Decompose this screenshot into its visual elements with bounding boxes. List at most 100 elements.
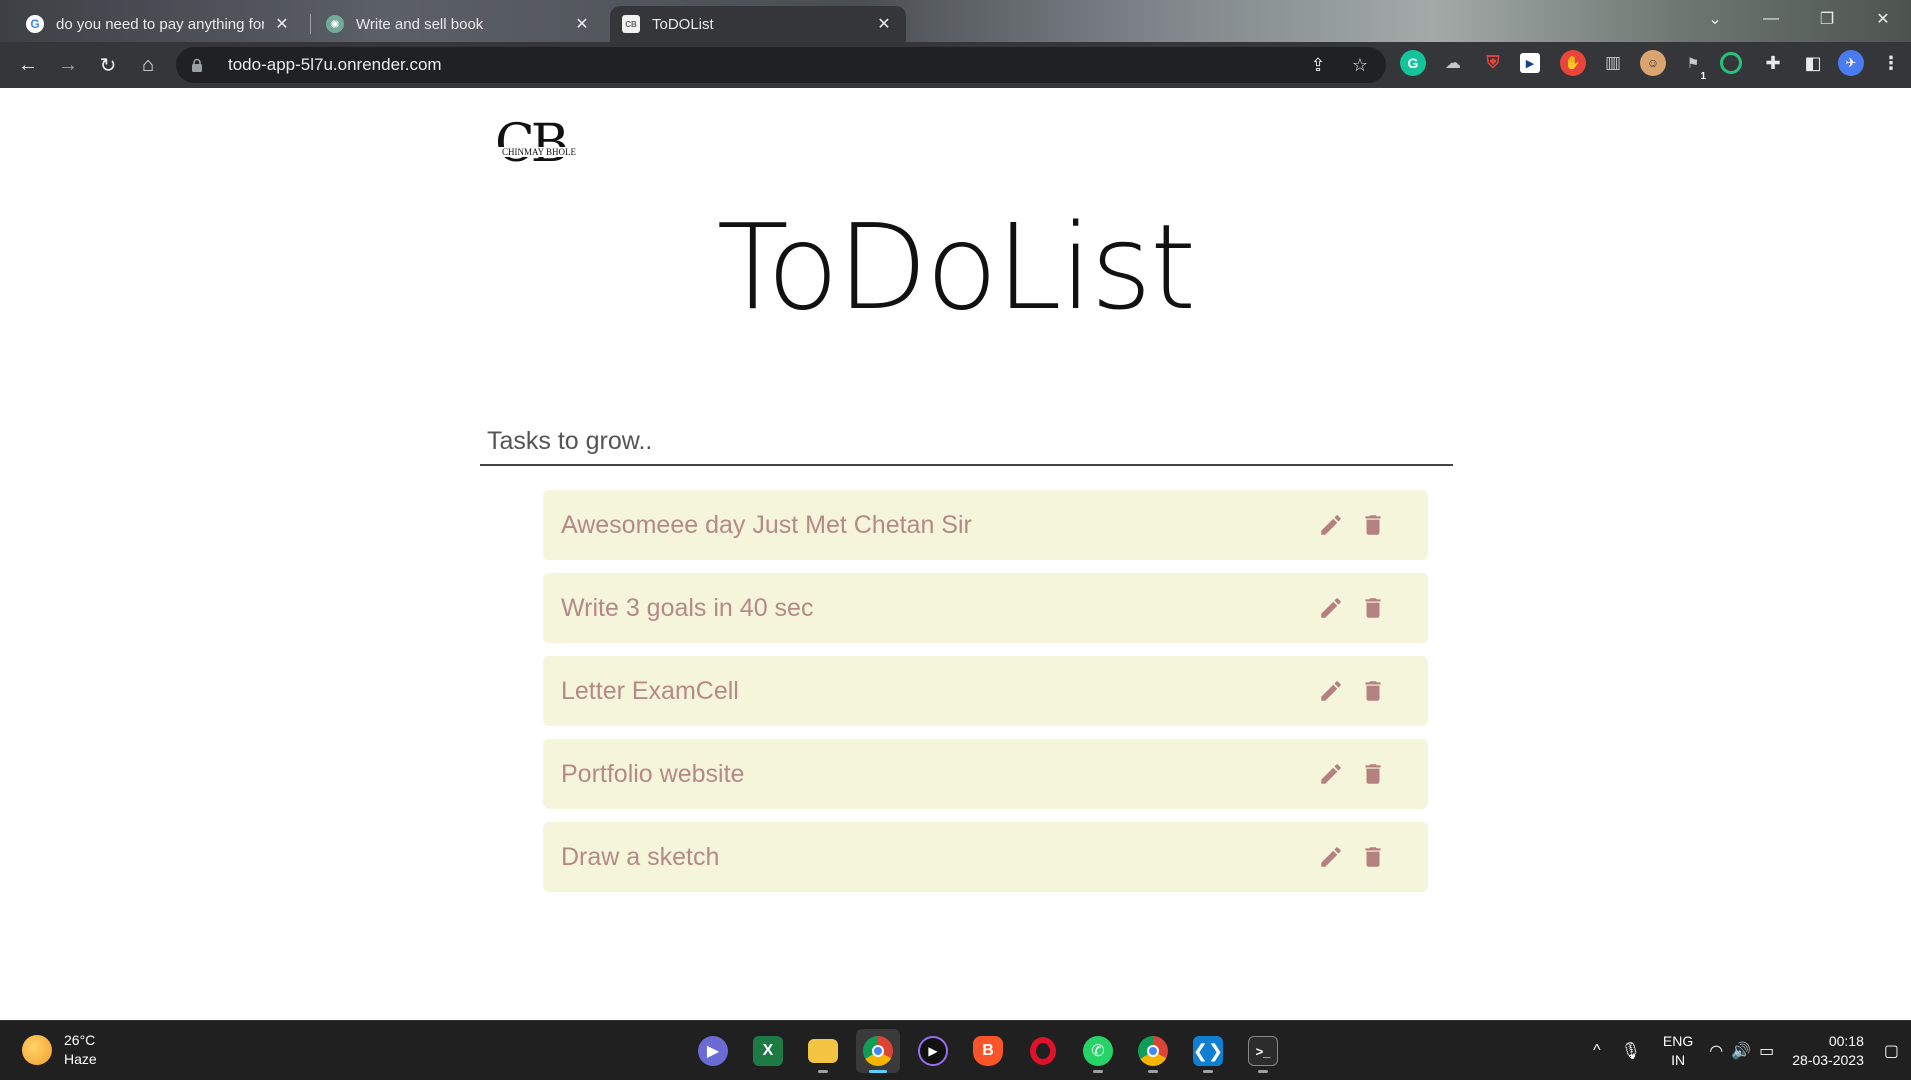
tab-google-search[interactable]: G do you need to pay anything for ✕ [14,6,304,42]
forward-icon[interactable]: → [48,45,88,85]
brave-icon[interactable]: B [966,1029,1010,1073]
logo-name: CHINMAY BHOLE [497,147,581,157]
page-icon: CB [622,15,640,33]
chevron-up-icon[interactable]: ^ [1593,1042,1601,1060]
chrome-profile-icon[interactable] [1131,1029,1175,1073]
wifi-icon[interactable]: ◠ [1709,1041,1723,1061]
task-item: Draw a sketch [543,822,1428,892]
address-bar[interactable]: todo-app-5l7u.onrender.com ⇪ ☆ [176,47,1386,83]
home-icon[interactable]: ⌂ [128,45,168,85]
weather-temperature: 26°C [64,1032,96,1048]
delete-trash-icon[interactable] [1358,593,1388,623]
taskbar-apps: ▶ X ▶ B ✆ ❮❯ >_ [636,1029,1285,1073]
tab-title: do you need to pay anything for [56,15,264,33]
haze-sun-icon [22,1035,52,1065]
vscode-icon[interactable]: ❮❯ [1186,1029,1230,1073]
opera-icon[interactable] [1021,1029,1065,1073]
battery-icon[interactable]: ▭ [1759,1041,1774,1061]
lock-icon [192,58,202,72]
maximize-icon[interactable]: ❐ [1799,0,1855,38]
clock-time: 00:18 [1828,1033,1864,1049]
microphone-icon[interactable]: 🎙 [1621,1041,1641,1061]
edit-pencil-icon[interactable] [1316,759,1346,789]
delete-trash-icon[interactable] [1358,759,1388,789]
close-tab-icon[interactable]: ✕ [272,14,292,34]
tab-separator [310,14,311,34]
tag-extension-icon[interactable]: ⚑ 1 [1680,50,1706,83]
page-title: ToDoList [716,198,1197,336]
clock[interactable]: 00:18 28-03-2023 [1792,1032,1864,1070]
tab-todolist[interactable]: CB ToDOList ✕ [610,6,906,42]
delete-trash-icon[interactable] [1358,842,1388,872]
clock-date: 28-03-2023 [1792,1052,1864,1068]
back-icon[interactable]: ← [8,45,48,85]
task-item: Letter ExamCell [543,656,1428,726]
face-extension-icon[interactable]: ☺ [1640,50,1666,76]
profile-avatar[interactable]: ✈ [1838,50,1864,76]
task-item: Portfolio website [543,739,1428,809]
delete-trash-icon[interactable] [1358,676,1388,706]
notification-icon[interactable]: ▢ [1884,1041,1899,1061]
region-code: IN [1671,1052,1686,1068]
volume-icon[interactable]: 🔊 [1731,1041,1751,1061]
close-tab-icon[interactable]: ✕ [874,14,894,34]
bookmark-star-icon[interactable]: ☆ [1348,53,1372,77]
page-content: CB CHINMAY BHOLE ToDoList Awesomeee day … [0,88,1911,1020]
task-list: Awesomeee day Just Met Chetan Sir Write … [543,490,1428,905]
windows-taskbar: 26°C Haze ▶ X ▶ B ✆ ❮❯ >_ ^ 🎙 ENG IN ◠ 🔊… [0,1020,1911,1080]
start-icon[interactable] [636,1029,680,1073]
stop-hand-extension-icon[interactable]: ✋ [1560,50,1586,76]
new-task-input[interactable] [480,418,1453,466]
task-text: Draw a sketch [561,842,720,871]
chatgpt-icon: ✺ [326,15,344,33]
system-tray: ^ 🎙 ENG IN ◠ 🔊 ▭ 00:18 28-03-2023 ▢ [1583,1021,1911,1080]
weather-widget[interactable]: 26°C Haze [22,1031,97,1069]
edit-pencil-icon[interactable] [1316,676,1346,706]
cloud-extension-icon[interactable]: ☁ [1440,50,1466,76]
reload-icon[interactable]: ↻ [88,45,128,85]
extension-badge: 1 [1700,71,1706,82]
language-indicator[interactable]: ENG IN [1663,1032,1693,1070]
task-text: Write 3 goals in 40 sec [561,593,814,622]
weather-condition: Haze [64,1051,97,1067]
url-text: todo-app-5l7u.onrender.com [228,55,442,74]
window-controls: ⌄ — ❐ ✕ [1687,0,1911,38]
close-tab-icon[interactable]: ✕ [572,14,592,34]
puzzle-icon[interactable]: ✚ [1760,50,1786,76]
circle-extension-icon[interactable] [1720,52,1742,74]
task-item: Awesomeee day Just Met Chetan Sir [543,490,1428,560]
close-window-icon[interactable]: ✕ [1855,0,1911,38]
tab-chatgpt[interactable]: ✺ Write and sell book ✕ [314,6,604,42]
tab-title: ToDOList [652,15,714,33]
language-code: ENG [1662,1033,1694,1049]
tab-search-icon[interactable]: ⌄ [1687,0,1743,38]
reader-extension-icon[interactable]: ▥ [1600,50,1626,76]
media-player-icon[interactable]: ▶ [911,1029,955,1073]
chrome-icon[interactable] [856,1029,900,1073]
task-text: Letter ExamCell [561,676,739,705]
tab-title: Write and sell book [356,15,484,33]
browser-menu-icon[interactable]: ⋮ [1878,50,1904,76]
excel-icon[interactable]: X [746,1029,790,1073]
edit-pencil-icon[interactable] [1316,842,1346,872]
logo-letters: CB [495,114,569,174]
browser-tab-strip: G do you need to pay anything for ✕ ✺ Wr… [0,0,1911,42]
delete-trash-icon[interactable] [1358,510,1388,540]
google-icon: G [26,15,44,33]
edit-pencil-icon[interactable] [1316,510,1346,540]
minimize-icon[interactable]: — [1743,0,1799,38]
whatsapp-icon[interactable]: ✆ [1076,1029,1120,1073]
sidebar-icon[interactable]: ◧ [1800,50,1826,76]
task-text: Awesomeee day Just Met Chetan Sir [561,510,972,539]
shield-extension-icon[interactable]: ⛨ [1480,50,1506,76]
edit-pencil-icon[interactable] [1316,593,1346,623]
task-text: Portfolio website [561,759,745,788]
task-item: Write 3 goals in 40 sec [543,573,1428,643]
grammarly-icon[interactable]: G [1400,50,1426,76]
share-icon[interactable]: ⇪ [1306,53,1330,77]
file-explorer-icon[interactable] [801,1029,845,1073]
teams-chat-icon[interactable]: ▶ [691,1029,735,1073]
site-logo[interactable]: CB CHINMAY BHOLE [495,118,581,174]
video-extension-icon[interactable]: ▶ [1520,53,1540,73]
terminal-icon[interactable]: >_ [1241,1029,1285,1073]
